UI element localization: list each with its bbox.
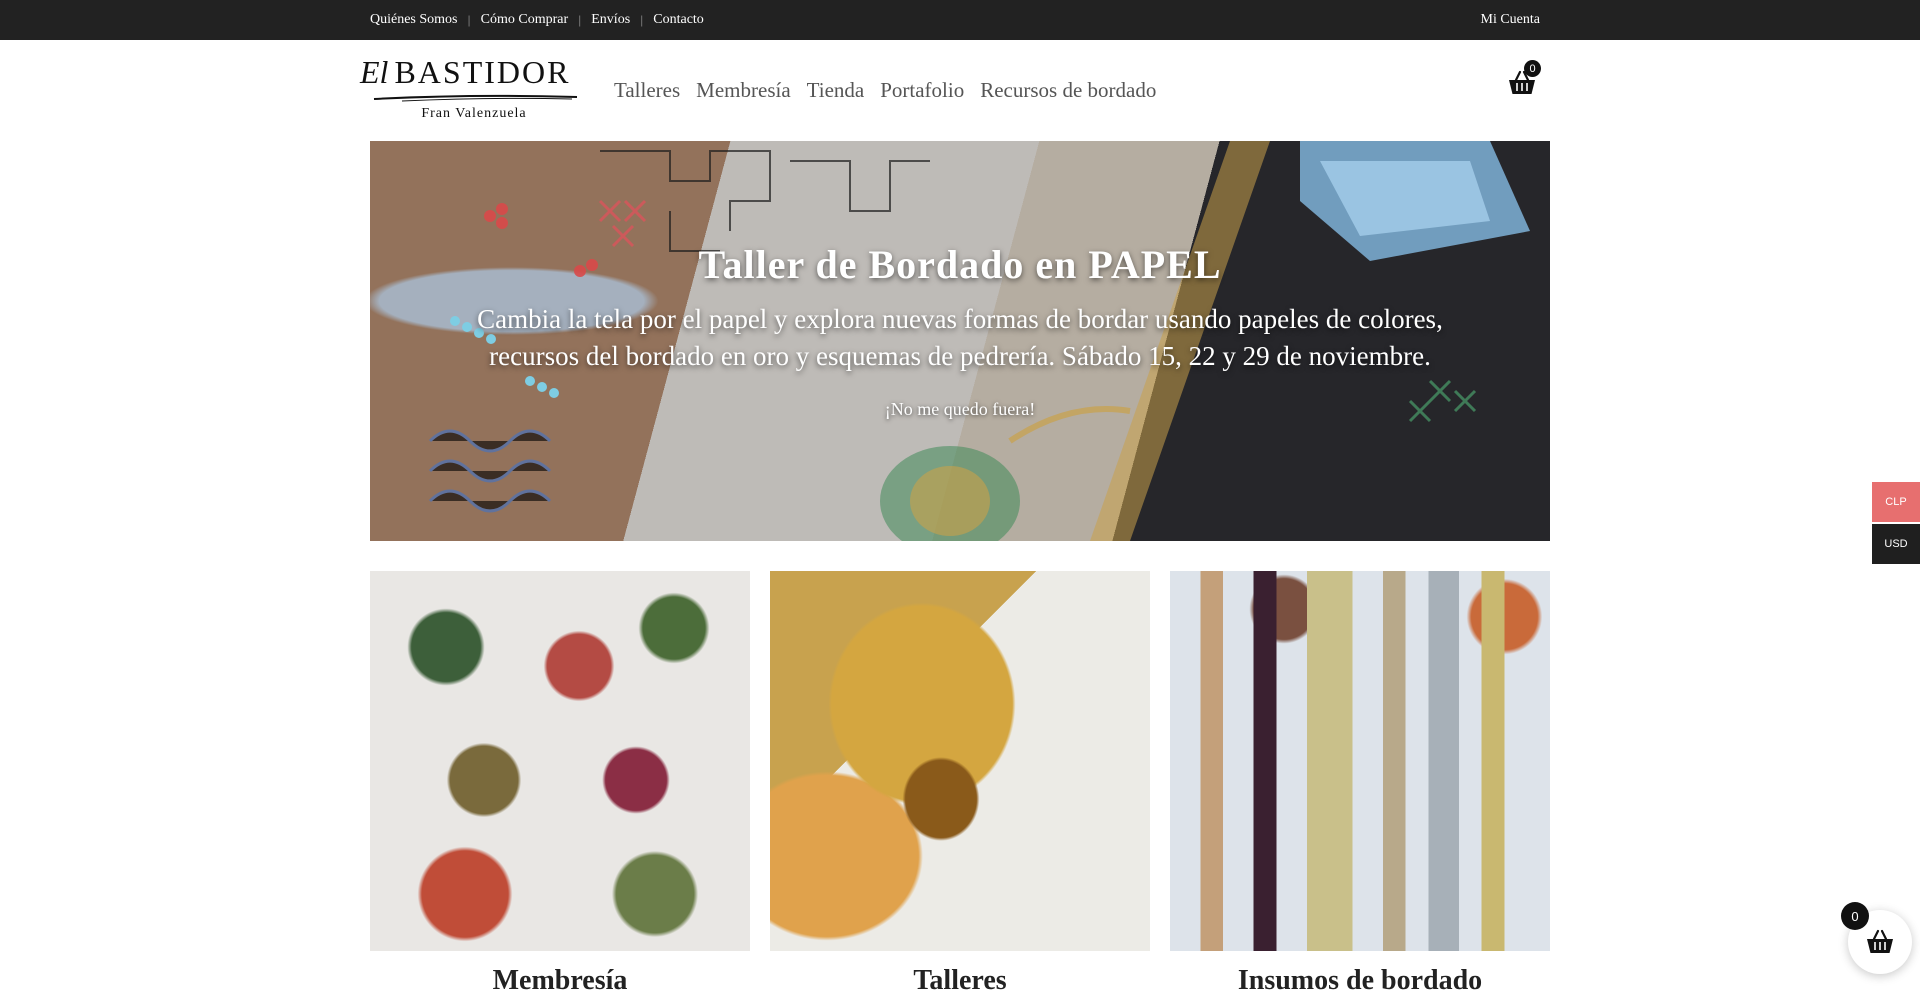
logo-title: El BASTIDOR [360,54,570,91]
currency-usd-button[interactable]: USD [1872,524,1920,564]
separator: | [467,13,471,27]
category-image-membresia[interactable] [370,571,750,951]
nav-tienda[interactable]: Tienda [807,78,865,103]
category-title-insumos[interactable]: Insumos de bordado [1170,965,1550,993]
logo-swoosh-icon [373,94,578,102]
site-logo[interactable]: El BASTIDOR Fran Valenzuela [358,54,590,126]
nav-talleres[interactable]: Talleres [614,78,680,103]
category-card-membresia[interactable]: Membresía [370,571,750,993]
separator: | [640,13,644,27]
nav-portafolio[interactable]: Portafolio [880,78,964,103]
top-links: Quiénes Somos | Cómo Comprar | Envíos | … [370,12,704,28]
logo-name: BASTIDOR [394,54,571,90]
category-image-insumos[interactable] [1170,571,1550,951]
hero-title: Taller de Bordado en PAPEL [698,242,1222,287]
currency-clp-button[interactable]: CLP [1872,482,1920,522]
top-link-quienes-somos[interactable]: Quiénes Somos [370,12,458,28]
category-title-membresia[interactable]: Membresía [370,965,750,993]
top-link-contacto[interactable]: Contacto [653,12,704,28]
site-header: El BASTIDOR Fran Valenzuela Talleres Memb… [0,40,1920,140]
header-cart-button[interactable]: 0 [1506,60,1542,100]
logo-prefix: El [360,54,389,90]
hero-cta-link[interactable]: ¡No me quedo fuera! [370,399,1550,420]
my-account-link[interactable]: Mi Cuenta [1481,12,1541,28]
category-title-talleres[interactable]: Talleres [770,965,1150,993]
nav-recursos-de-bordado[interactable]: Recursos de bordado [980,78,1156,103]
separator: | [578,13,582,27]
top-bar: Quiénes Somos | Cómo Comprar | Envíos | … [0,0,1920,40]
top-bar-inner: Quiénes Somos | Cómo Comprar | Envíos | … [370,0,1540,40]
top-link-envios[interactable]: Envíos [591,12,630,28]
category-image-talleres[interactable] [770,571,1150,951]
category-card-talleres[interactable]: Talleres [770,571,1150,993]
top-link-como-comprar[interactable]: Cómo Comprar [481,12,569,28]
currency-switcher: CLP USD [1872,482,1920,566]
hero-description: Cambia la tela por el papel y explora nu… [477,304,1443,371]
logo-subtitle: Fran Valenzuela [421,106,527,121]
nav-membresia[interactable]: Membresía [696,78,790,103]
basket-icon [1867,929,1893,953]
category-card-insumos[interactable]: Insumos de bordado [1170,571,1550,993]
header-cart-count: 0 [1524,60,1541,77]
hero-banner[interactable]: Taller de Bordado en PAPEL Cambia la tel… [370,141,1550,541]
main-nav: Talleres Membresía Tienda Portafolio Rec… [614,78,1156,103]
floating-cart-count: 0 [1841,902,1869,930]
